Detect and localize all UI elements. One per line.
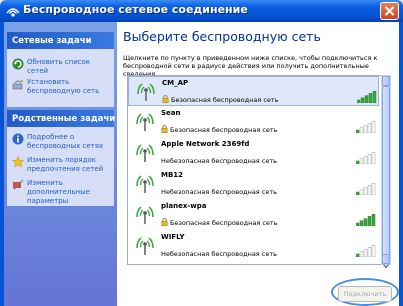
signal-strength-icon	[356, 152, 376, 164]
info-icon	[12, 133, 24, 145]
network-item[interactable]: planex-wpa Безопасная беспроводная сеть	[128, 200, 379, 230]
network-item[interactable]: MB12 Небезопасная беспроводная сеть	[128, 169, 379, 199]
title-bar[interactable]: Беспроводное сетевое соединение	[0, 0, 403, 22]
network-name: MB12	[161, 171, 184, 179]
wireless-antenna-icon	[137, 83, 155, 101]
lock-icon	[161, 218, 168, 226]
wireless-setup-icon	[12, 79, 24, 90]
window-frame-right	[399, 22, 403, 306]
network-security-status: Небезопасная беспроводная сеть	[161, 250, 277, 258]
network-list-scrollbar[interactable]	[381, 75, 391, 269]
network-item[interactable]: WIFLY Небезопасная беспроводная сеть	[128, 231, 379, 261]
related-tasks-panel: Родственные задачи Подробнее о беспровод…	[7, 110, 115, 206]
scroll-down-button[interactable]	[382, 254, 390, 269]
lock-icon	[161, 125, 168, 133]
network-name: Apple Network 2369fd	[161, 140, 250, 148]
main-panel: Выберите беспроводную сеть Щелкните по п…	[117, 22, 399, 306]
scroll-thumb[interactable]	[382, 86, 390, 256]
scroll-up-button[interactable]	[382, 76, 390, 90]
signal-strength-icon	[356, 183, 376, 195]
wireless-network-icon	[6, 8, 20, 17]
network-tasks-panel: Сетевые задачи Обновить список сетей Уст…	[7, 32, 114, 107]
star-icon	[12, 156, 24, 168]
network-list[interactable]: CM_AP Безопасная беспроводная сеть Sean Без…	[127, 75, 390, 265]
network-item[interactable]: CM_AP Безопасная беспроводная сеть	[128, 76, 379, 106]
wireless-antenna-icon	[136, 206, 154, 224]
network-security-status: Небезопасная беспроводная сеть	[161, 188, 277, 196]
network-name: WIFLY	[161, 233, 185, 241]
signal-strength-icon	[357, 91, 377, 103]
lock-icon	[162, 95, 169, 103]
signal-strength-icon	[356, 245, 376, 257]
network-item[interactable]: Sean Безопасная беспроводная сеть	[128, 107, 379, 137]
setup-wireless-network-label: Установить беспроводную сеть	[27, 78, 100, 95]
network-item[interactable]: Apple Network 2369fd Небезопасная беспров…	[128, 138, 379, 168]
arrow-down-icon	[383, 264, 389, 269]
wireless-antenna-icon	[136, 144, 154, 162]
signal-strength-icon	[356, 121, 376, 133]
page-title: Выберите беспроводную сеть	[123, 29, 321, 44]
network-name: Sean	[161, 109, 181, 117]
settings-icon	[13, 179, 24, 190]
network-security-status: Небезопасная беспроводная сеть	[161, 157, 277, 165]
window-title: Беспроводное сетевое соединение	[23, 3, 248, 16]
connect-button[interactable]: Подключить	[338, 286, 392, 302]
wireless-network-window: Беспроводное сетевое соединение Сетевые …	[0, 0, 403, 306]
refresh-icon	[12, 58, 24, 70]
close-icon	[384, 6, 395, 16]
refresh-network-list-label: Обновить список сетей	[27, 58, 91, 75]
network-tasks-header: Сетевые задачи	[7, 32, 114, 49]
network-security-status: Безопасная беспроводная сеть	[171, 96, 279, 104]
network-name: planex-wpa	[161, 202, 207, 210]
network-security-status: Безопасная беспроводная сеть	[170, 126, 278, 134]
change-advanced-settings-label: Изменить дополнительные параметры	[27, 179, 90, 205]
task-sidebar: Сетевые задачи Обновить список сетей Уст…	[4, 22, 117, 306]
wireless-antenna-icon	[136, 237, 154, 255]
signal-strength-icon	[356, 214, 376, 226]
network-security-status: Безопасная беспроводная сеть	[170, 219, 278, 227]
change-network-order-label: Изменить порядок предпочтения сетей	[27, 156, 104, 173]
wireless-antenna-icon	[136, 175, 154, 193]
related-tasks-header: Родственные задачи	[7, 110, 115, 127]
close-button[interactable]	[380, 2, 399, 20]
learn-wireless-label: Подробнее о беспроводных сетях	[27, 133, 104, 150]
wireless-antenna-icon	[136, 113, 154, 131]
network-name: CM_AP	[162, 79, 189, 87]
